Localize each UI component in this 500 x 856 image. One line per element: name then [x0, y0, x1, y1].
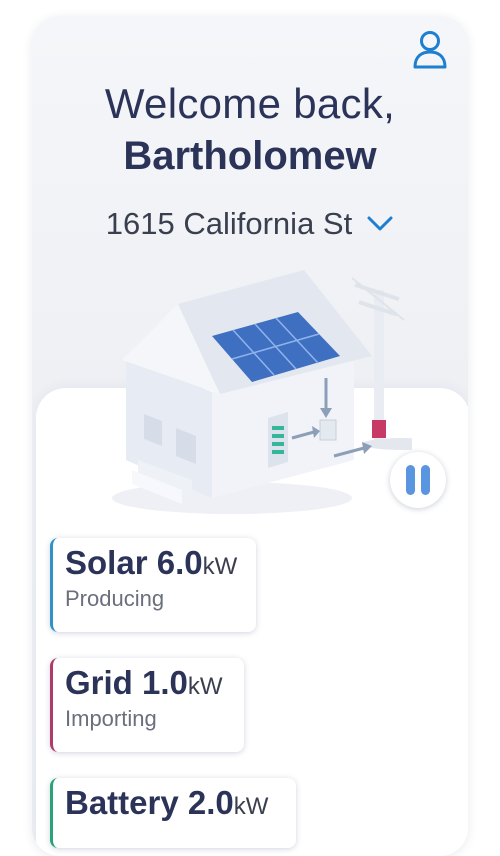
pause-icon	[406, 465, 415, 495]
utility-pole	[351, 277, 412, 450]
house-illustration	[112, 270, 412, 514]
solar-label: Solar	[65, 544, 148, 581]
user-name: Bartholomew	[123, 134, 377, 178]
solar-unit: kW	[202, 553, 238, 580]
solar-status: Producing	[65, 586, 165, 611]
address-label: 1615 California St	[105, 206, 353, 241]
chevron-down-icon	[367, 216, 393, 231]
user-icon	[413, 31, 447, 69]
grid-card[interactable]: Grid 1.0kW Importing	[50, 658, 244, 752]
grid-status: Importing	[65, 706, 157, 731]
profile-button[interactable]	[412, 30, 448, 70]
solar-card[interactable]: Solar 6.0kW Producing	[50, 538, 256, 632]
battery-unit	[268, 412, 288, 468]
battery-unit: kW	[233, 793, 269, 820]
battery-card[interactable]: Battery 2.0kW	[50, 778, 296, 848]
greeting-text: Welcome back,	[104, 80, 396, 127]
battery-label: Battery	[65, 784, 179, 821]
battery-value: 2.0	[187, 784, 234, 821]
grid-value: 1.0	[142, 664, 188, 701]
pause-button[interactable]	[390, 452, 446, 508]
grid-label: Grid	[65, 664, 133, 701]
address-selector[interactable]: 1615 California St	[32, 206, 468, 242]
solar-value: 6.0	[156, 544, 203, 581]
welcome-heading: Welcome back, Bartholomew	[32, 80, 468, 179]
grid-unit: kW	[187, 673, 223, 700]
